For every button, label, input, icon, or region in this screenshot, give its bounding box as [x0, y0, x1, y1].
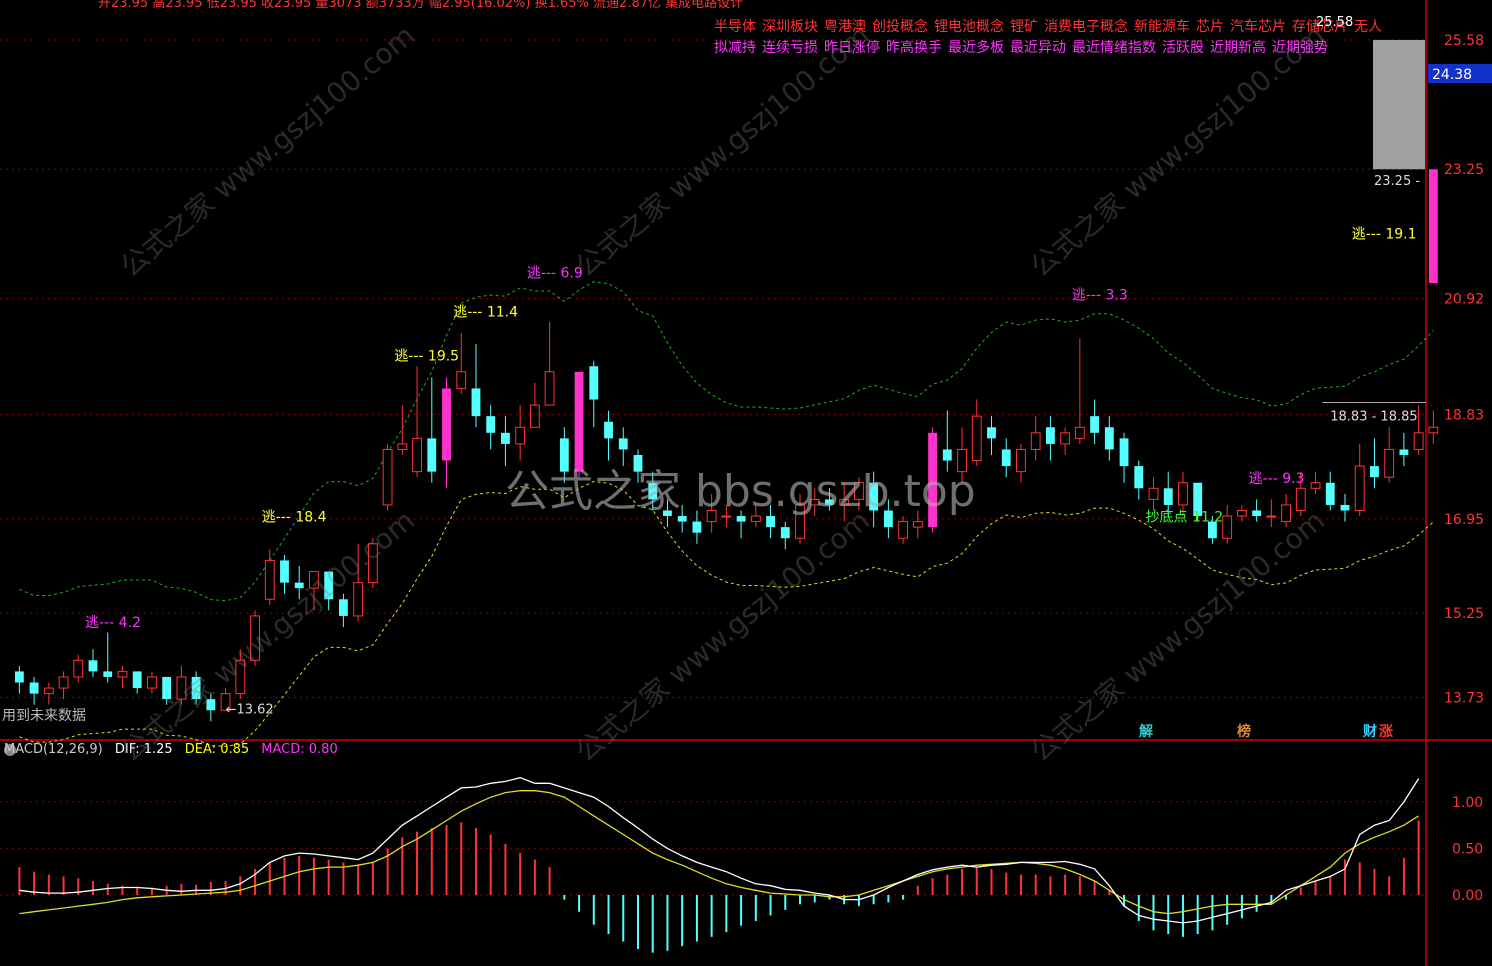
candle-body[interactable]: [1252, 510, 1262, 517]
candle-body[interactable]: [397, 443, 408, 450]
dif-line: [19, 777, 1420, 924]
candle-body[interactable]: [544, 371, 555, 406]
macd-tick-label: 1.00: [1452, 795, 1483, 811]
candle-body[interactable]: [442, 388, 451, 461]
price-tick-label: 15.25: [1444, 606, 1484, 622]
candle-body[interactable]: [1428, 426, 1439, 434]
candle-body[interactable]: [1340, 504, 1350, 511]
macd-legend-macd: MACD: 0.80: [261, 742, 338, 757]
candle-body[interactable]: [1236, 509, 1247, 517]
candle-body[interactable]: [88, 660, 98, 672]
candle-body[interactable]: [338, 599, 348, 616]
signal-label: 逃--- 6.9: [527, 265, 583, 281]
candle-body[interactable]: [1370, 466, 1379, 478]
candle-body[interactable]: [1060, 432, 1071, 445]
candle-body[interactable]: [1413, 432, 1424, 450]
candle-body[interactable]: [1266, 515, 1277, 518]
candle-body[interactable]: [471, 388, 481, 417]
candle-body[interactable]: [73, 659, 84, 678]
macd-tick-label: 0.00: [1452, 888, 1483, 904]
candle-body[interactable]: [604, 421, 613, 439]
candle-body[interactable]: [14, 671, 24, 683]
candle-body[interactable]: [692, 521, 702, 533]
candle-body[interactable]: [1045, 427, 1055, 444]
macd-tick-label: 0.50: [1452, 841, 1483, 857]
signal-label: 抄底点 11.2: [1146, 510, 1224, 526]
candle-body[interactable]: [529, 404, 540, 428]
candle-body[interactable]: [589, 366, 599, 400]
candle-body[interactable]: [780, 527, 790, 539]
candle-body[interactable]: [353, 582, 364, 617]
candle-body[interactable]: [382, 448, 393, 506]
price-annotation: 18.83 - 18.85: [1330, 410, 1417, 425]
candle-body[interactable]: [1001, 449, 1011, 467]
candle-body[interactable]: [1119, 438, 1129, 467]
candle-body[interactable]: [1310, 482, 1321, 489]
signal-label: 逃--- 9.3: [1249, 471, 1305, 487]
candle-body[interactable]: [58, 676, 69, 689]
candle-body[interactable]: [1428, 169, 1438, 283]
candle-body[interactable]: [1148, 487, 1159, 500]
candle-body[interactable]: [132, 671, 142, 689]
price-tick-label: 23.25: [1444, 162, 1484, 178]
price-annotation: ←13.62: [226, 703, 274, 718]
candle-body[interactable]: [427, 438, 437, 472]
candle-body[interactable]: [1074, 426, 1085, 439]
price-annotation: 23.25 -: [1374, 174, 1420, 189]
signal-label: 逃--- 19.5: [394, 349, 459, 365]
candle-body[interactable]: [147, 676, 157, 689]
candle-body[interactable]: [898, 521, 909, 539]
candle-body[interactable]: [103, 671, 113, 677]
badge-0[interactable]: 解: [1138, 721, 1154, 741]
price-tick-label: 13.73: [1444, 690, 1484, 706]
price-tick-label: 25.58: [1444, 33, 1484, 49]
signal-label: 逃--- 19.1: [1352, 227, 1417, 243]
signal-label: 逃--- 4.2: [85, 615, 141, 631]
signal-label: 逃--- 11.4: [453, 304, 518, 320]
candle-body[interactable]: [280, 560, 289, 583]
candle-body[interactable]: [1090, 416, 1100, 433]
future-data-note: 用到未来数据: [2, 708, 86, 724]
price-tick-label: 16.95: [1444, 512, 1484, 528]
candle-body[interactable]: [1222, 515, 1233, 539]
top-price-label: 25.58: [1316, 15, 1353, 30]
candle-body[interactable]: [515, 426, 526, 445]
candle-body[interactable]: [1178, 482, 1188, 506]
candle-body[interactable]: [43, 687, 54, 695]
candle-body[interactable]: [971, 415, 982, 462]
candle-body[interactable]: [1399, 449, 1409, 456]
signal-label: 逃--- 3.3: [1072, 288, 1128, 304]
candle-body[interactable]: [1325, 482, 1335, 505]
candle-body[interactable]: [1134, 466, 1144, 489]
price-range-box: [1373, 39, 1425, 170]
candle-body[interactable]: [1384, 448, 1395, 478]
candle-body[interactable]: [456, 371, 467, 389]
candle-body[interactable]: [1354, 465, 1365, 511]
candle-body[interactable]: [1030, 432, 1041, 450]
candle-body[interactable]: [412, 437, 422, 473]
candle-body[interactable]: [1104, 427, 1114, 450]
candle-body[interactable]: [486, 416, 496, 433]
price-tick-label: 18.83: [1444, 408, 1484, 424]
badge-1[interactable]: 榜: [1236, 721, 1252, 741]
candle-body[interactable]: [618, 438, 628, 450]
candle-body[interactable]: [117, 670, 128, 678]
candle-body[interactable]: [912, 521, 923, 528]
macd-legend: MACD(12,26,9) DIF: 1.25 DEA: 0.85 MACD: …: [4, 742, 338, 757]
candle-body[interactable]: [1163, 488, 1173, 505]
macd-legend-dea: DEA: 0.85: [184, 742, 250, 757]
macd-legend-label: MACD(12,26,9): [4, 742, 103, 757]
candle-body[interactable]: [29, 682, 39, 694]
candle-body[interactable]: [264, 559, 275, 600]
candle-body[interactable]: [1016, 448, 1026, 473]
signal-label: 逃--- 18.4: [262, 510, 327, 526]
candle-body[interactable]: [987, 427, 996, 439]
current-price-label: 24.38: [1432, 67, 1472, 83]
price-tick-label: 20.92: [1444, 292, 1484, 308]
badge-3[interactable]: 涨: [1378, 721, 1394, 741]
watermark-text: 公式之家 bbs.gszb.top: [505, 466, 976, 517]
badge-2[interactable]: 财: [1362, 721, 1378, 741]
candle-body[interactable]: [501, 432, 510, 444]
upper-band-line: [19, 281, 1434, 602]
